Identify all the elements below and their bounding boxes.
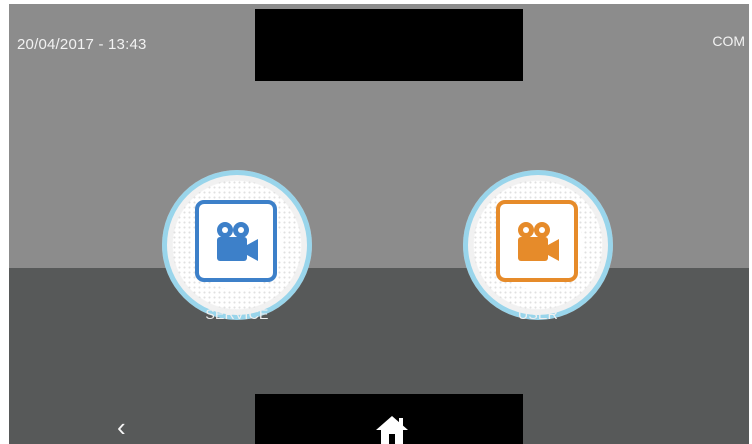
video-camera-icon [217, 222, 258, 261]
com-indicator: COM [712, 33, 745, 49]
chevron-left-icon[interactable]: ‹ [117, 414, 126, 440]
device-screen: 20/04/2017 - 13:43 COM SERVICE USER ‹ [9, 4, 749, 444]
home-icon[interactable] [374, 414, 410, 444]
datetime-text: 20/04/2017 - 13:43 [17, 36, 147, 53]
top-redaction [255, 9, 523, 81]
video-camera-icon [518, 222, 559, 261]
user-icon-frame [496, 200, 578, 282]
service-label: SERVICE [205, 306, 269, 322]
user-label: USER [517, 306, 559, 322]
user-tile[interactable] [463, 170, 613, 320]
service-tile[interactable] [162, 170, 312, 320]
service-icon-frame [195, 200, 277, 282]
